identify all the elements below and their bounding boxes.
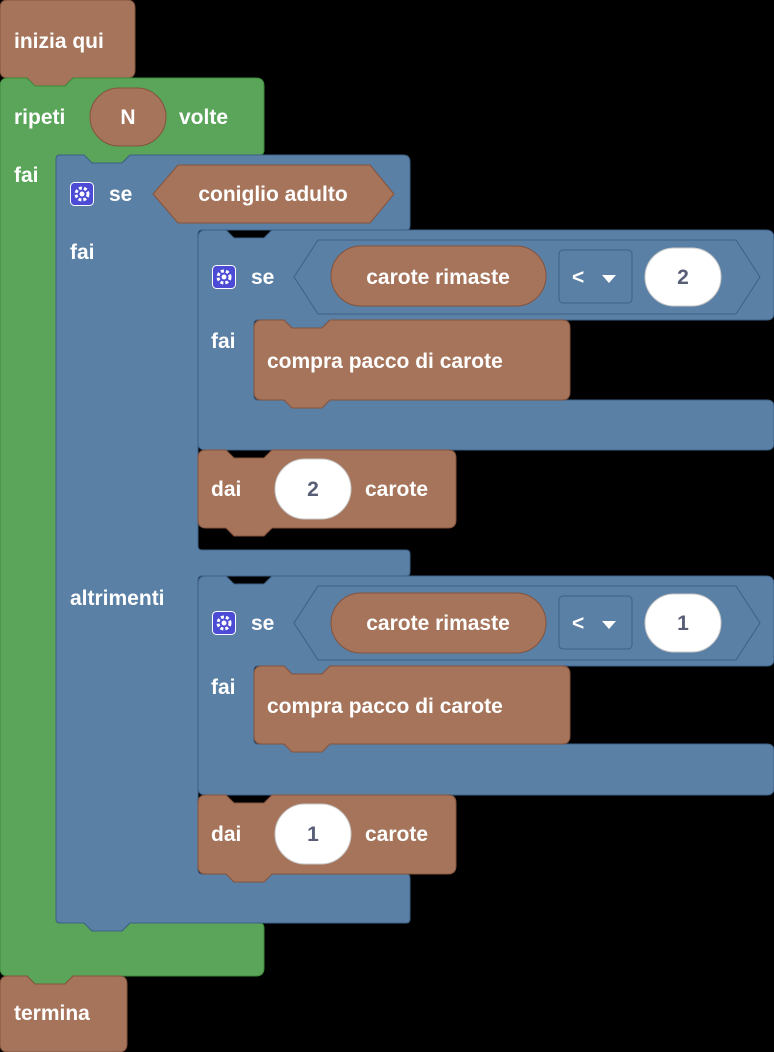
operator-label-1: < (572, 266, 585, 289)
if-do-label: fai (70, 241, 95, 264)
operator-dropdown-1[interactable] (558, 249, 633, 304)
give-unit-label-2: carote (365, 823, 429, 846)
start-block-label: inizia qui (14, 30, 104, 53)
repeat-do-label: fai (14, 164, 39, 187)
gear-icon[interactable] (212, 265, 236, 289)
give-amount-1: 2 (307, 478, 319, 501)
repeat-count-value: N (120, 106, 136, 129)
inner-if-label-2: se (251, 612, 275, 635)
block-workspace: inizia qui ripeti N volte fai se conigli… (0, 0, 774, 1052)
buy-carrots-label-1: compra pacco di carote (267, 350, 503, 373)
condition-label: coniglio adulto (198, 183, 348, 206)
end-block-label: termina (14, 1002, 90, 1025)
operator-label-2: < (572, 612, 585, 635)
compare-value-1: 2 (677, 266, 689, 289)
repeat-times-label: volte (179, 106, 229, 129)
gear-icon[interactable] (70, 182, 94, 206)
carrots-left-label-1: carote rimaste (366, 266, 510, 289)
gear-icon[interactable] (212, 611, 236, 635)
give-label-1: dai (211, 478, 242, 501)
inner-if-label-1: se (251, 266, 275, 289)
else-label: altrimenti (70, 587, 165, 610)
operator-dropdown-2[interactable] (558, 595, 633, 650)
repeat-label: ripeti (14, 106, 66, 129)
compare-value-2: 1 (677, 612, 689, 635)
give-label-2: dai (211, 823, 242, 846)
give-unit-label-1: carote (365, 478, 429, 501)
inner-do-label-2: fai (211, 676, 236, 699)
inner-do-label-1: fai (211, 330, 236, 353)
if-label: se (109, 183, 133, 206)
carrots-left-label-2: carote rimaste (366, 612, 510, 635)
give-amount-2: 1 (307, 823, 319, 846)
buy-carrots-label-2: compra pacco di carote (267, 695, 503, 718)
